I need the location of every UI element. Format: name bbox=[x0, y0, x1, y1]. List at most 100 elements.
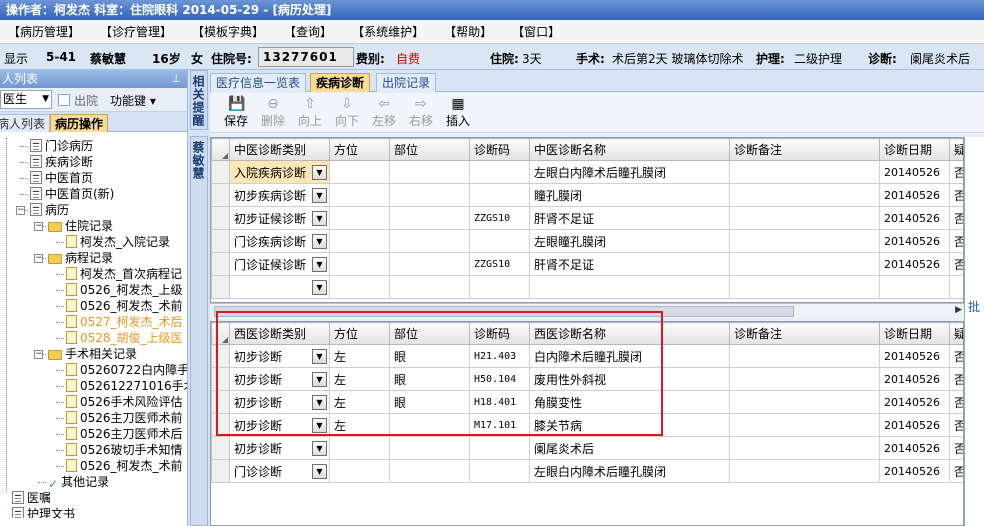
tree-node[interactable]: ✓ 其他记录 bbox=[48, 474, 109, 491]
grid-cell[interactable]: 20140526 bbox=[879, 436, 950, 460]
grid-cell[interactable]: 左 bbox=[329, 344, 390, 368]
grid-cell[interactable] bbox=[329, 229, 390, 253]
grid-cell[interactable] bbox=[389, 160, 470, 184]
grid-cell[interactable]: 否 bbox=[949, 183, 963, 207]
grid-cell[interactable]: 膝关节病 bbox=[529, 413, 730, 437]
doctor-combo[interactable]: 医生 ▼ bbox=[0, 90, 52, 109]
menu-window[interactable]: 【窗口】 bbox=[504, 23, 572, 40]
tree-node[interactable]: 病程记录 bbox=[48, 250, 113, 266]
grid-cell[interactable]: 20140526 bbox=[879, 229, 950, 253]
row-header[interactable] bbox=[211, 344, 230, 368]
diagnosis-type-select[interactable]: 初步诊断 ▼ bbox=[229, 390, 330, 414]
tree-node[interactable]: 护理文书 bbox=[12, 506, 75, 518]
display-toggle[interactable]: 显示 bbox=[4, 50, 28, 67]
grid-cell[interactable] bbox=[389, 206, 470, 230]
grid-cell[interactable] bbox=[389, 413, 470, 437]
grid-cell[interactable] bbox=[329, 252, 390, 276]
right-panel-label[interactable]: 批 bbox=[968, 298, 980, 315]
tab-disease-diagnosis[interactable]: 疾病诊断 bbox=[310, 73, 371, 92]
grid-cell[interactable] bbox=[729, 413, 880, 437]
column-header[interactable]: 西医诊断名称 bbox=[529, 322, 730, 345]
grid-cell[interactable] bbox=[469, 275, 530, 299]
grid-cell[interactable] bbox=[729, 183, 880, 207]
grid-cell[interactable] bbox=[729, 160, 880, 184]
tree-node[interactable]: 手术相关记录 bbox=[48, 346, 137, 362]
grid-cell[interactable]: 20140526 bbox=[879, 183, 950, 207]
grid-cell[interactable] bbox=[729, 206, 880, 230]
column-header[interactable]: 诊断备注 bbox=[729, 322, 880, 345]
grid-cell[interactable]: 否 bbox=[949, 344, 963, 368]
grid-cell[interactable] bbox=[729, 344, 880, 368]
dropdown-arrow-icon[interactable]: ▼ bbox=[312, 256, 327, 272]
table-row[interactable]: ▼ bbox=[211, 275, 963, 299]
tree-node[interactable]: 052612271016手术 bbox=[66, 378, 187, 394]
grid-cell[interactable]: 眼 bbox=[389, 367, 470, 391]
dropdown-arrow-icon[interactable]: ▼ bbox=[312, 233, 327, 249]
grid-cell[interactable]: 眼 bbox=[389, 390, 470, 414]
menu-treatment-management[interactable]: 【诊疗管理】 bbox=[92, 23, 184, 40]
tree-node[interactable]: 0526_柯发杰_术前 bbox=[66, 298, 183, 314]
grid-cell[interactable] bbox=[329, 160, 390, 184]
table-row[interactable]: 初步证候诊断 ▼ ZZGS10肝肾不足证 20140526否 bbox=[211, 206, 963, 230]
row-header[interactable] bbox=[211, 252, 230, 276]
tree-node[interactable]: 医嘱 bbox=[12, 490, 51, 506]
grid-cell[interactable]: 白内障术后瞳孔膜闭 bbox=[529, 344, 730, 368]
table-row[interactable]: 入院疾病诊断 ▼ 左眼白内障术后瞳孔膜闭 20140526否 bbox=[211, 160, 963, 184]
grid-cell[interactable] bbox=[729, 367, 880, 391]
grid-cell[interactable] bbox=[879, 275, 950, 299]
table-row[interactable]: 初步诊断 ▼左 M17.101膝关节病 20140526否 bbox=[211, 413, 963, 437]
tree-node[interactable]: 0526手术风险评估 bbox=[66, 394, 183, 410]
dropdown-arrow-icon[interactable]: ▼ bbox=[312, 417, 327, 433]
diagnosis-type-select[interactable]: 门诊诊断 ▼ bbox=[229, 459, 330, 483]
grid-cell[interactable] bbox=[729, 459, 880, 483]
grid-cell[interactable]: 否 bbox=[949, 459, 963, 483]
grid-cell[interactable] bbox=[729, 436, 880, 460]
function-key-button[interactable]: 功能键 ▾ bbox=[110, 92, 156, 109]
tree-node[interactable]: 05260722白内障手 bbox=[66, 362, 187, 378]
table-row[interactable]: 门诊证候诊断 ▼ ZZGS10肝肾不足证 20140526否 bbox=[211, 252, 963, 276]
grid-cell[interactable]: 20140526 bbox=[879, 390, 950, 414]
grid-cell[interactable]: 否 bbox=[949, 229, 963, 253]
grid-cell[interactable] bbox=[389, 275, 470, 299]
table-row[interactable]: 门诊疾病诊断 ▼ 左眼瞳孔膜闭 20140526否 bbox=[211, 229, 963, 253]
grid-cell[interactable]: 20140526 bbox=[879, 252, 950, 276]
horizontal-scrollbar[interactable]: ▶ bbox=[210, 303, 964, 319]
grid-cell[interactable] bbox=[469, 436, 530, 460]
row-header[interactable] bbox=[211, 206, 230, 230]
tree-node[interactable]: 0528_胡俊_上级医 bbox=[66, 330, 183, 346]
row-header[interactable] bbox=[211, 413, 230, 437]
collapse-icon[interactable]: − bbox=[34, 254, 43, 263]
toolbar-button[interactable]: ⇩ 向下 bbox=[329, 96, 365, 128]
grid-cell[interactable]: M17.101 bbox=[469, 413, 530, 437]
menu-query[interactable]: 【查询】 bbox=[276, 23, 344, 40]
column-header[interactable]: 诊断备注 bbox=[729, 138, 880, 161]
row-header[interactable] bbox=[211, 229, 230, 253]
menu-record-management[interactable]: 【病历管理】 bbox=[0, 23, 92, 40]
grid-cell[interactable]: 肝肾不足证 bbox=[529, 206, 730, 230]
tree-node[interactable]: 柯发杰_入院记录 bbox=[66, 234, 170, 250]
grid-cell[interactable]: 阑尾炎术后 bbox=[529, 436, 730, 460]
tree-node[interactable]: 中医首页(新) bbox=[30, 186, 114, 202]
grid-cell[interactable]: 左 bbox=[329, 390, 390, 414]
grid-cell[interactable]: ZZGS10 bbox=[469, 252, 530, 276]
grid-cell[interactable]: 肝肾不足证 bbox=[529, 252, 730, 276]
grid-cell[interactable] bbox=[389, 436, 470, 460]
grid-cell[interactable]: ZZGS10 bbox=[469, 206, 530, 230]
row-header[interactable] bbox=[211, 275, 230, 299]
menu-system-maintenance[interactable]: 【系统维护】 bbox=[344, 23, 436, 40]
table-row[interactable]: 初步诊断 ▼左眼H50.104废用性外斜视 20140526否 bbox=[211, 367, 963, 391]
grid-cell[interactable] bbox=[389, 252, 470, 276]
column-header[interactable]: 诊断日期 bbox=[879, 322, 950, 345]
row-header[interactable] bbox=[211, 367, 230, 391]
grid-cell[interactable] bbox=[469, 183, 530, 207]
column-header[interactable]: 部位 bbox=[389, 138, 470, 161]
grid-cell[interactable] bbox=[729, 275, 880, 299]
grid-cell[interactable]: 左眼瞳孔膜闭 bbox=[529, 229, 730, 253]
menu-template-dictionary[interactable]: 【模板字典】 bbox=[184, 23, 276, 40]
dropdown-arrow-icon[interactable]: ▼ bbox=[312, 164, 327, 180]
grid-cell[interactable] bbox=[389, 183, 470, 207]
diagnosis-type-select[interactable]: 初步证候诊断 ▼ bbox=[229, 206, 330, 230]
tab-discharge-record[interactable]: 出院记录 bbox=[376, 73, 437, 92]
grid-cell[interactable] bbox=[729, 229, 880, 253]
tree-node[interactable]: 0526_柯发杰_术前 bbox=[66, 458, 183, 474]
